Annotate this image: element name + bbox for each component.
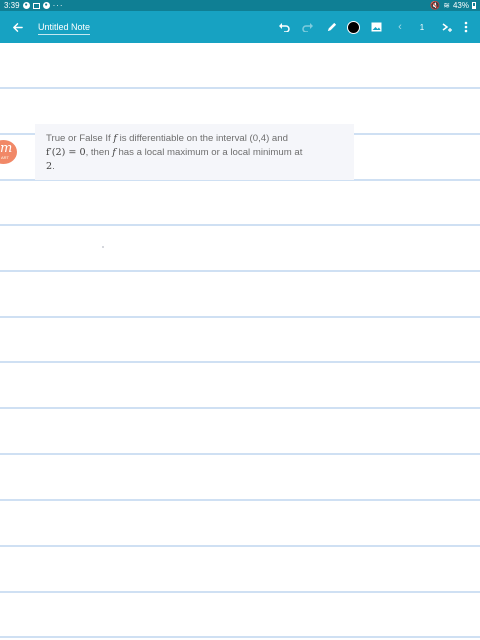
next-page-icon — [442, 23, 452, 32]
question-text-segment: True or False If — [46, 133, 114, 144]
notification-icon: ● — [22, 2, 30, 9]
undo-button[interactable] — [276, 11, 292, 43]
battery-icon — [472, 2, 476, 9]
ruled-line — [0, 636, 480, 638]
status-bar: 3:39 ● ● ··· 🔇 ≋ 43% — [0, 0, 480, 11]
ruled-line — [0, 545, 480, 547]
insert-image-button[interactable] — [368, 11, 384, 43]
question-text-segment: , then — [85, 147, 113, 158]
ruled-line — [0, 453, 480, 455]
wifi-icon: ≋ — [443, 1, 450, 10]
logo-subtext: ART — [1, 155, 9, 160]
undo-icon — [279, 23, 290, 32]
ruled-line — [0, 316, 480, 318]
arrow-left-icon — [12, 22, 23, 32]
app-toolbar: Untitled Note ‹ 1 — [0, 11, 480, 43]
next-page-button[interactable] — [440, 11, 454, 43]
question-text-segment: . — [52, 161, 55, 172]
ink-dot — [102, 246, 104, 248]
note-title-field[interactable]: Untitled Note — [38, 22, 91, 35]
ruled-line — [0, 270, 480, 272]
mute-icon: 🔇 — [430, 1, 441, 10]
gallery-notification-icon — [32, 2, 40, 9]
pen-icon — [327, 22, 336, 31]
back-button[interactable] — [8, 11, 26, 43]
pen-color-button[interactable] — [346, 11, 360, 43]
logo-letter: m — [0, 141, 13, 156]
question-text-segment: has a local maximum or a local minimum a… — [115, 147, 303, 158]
ruled-line — [0, 224, 480, 226]
pen-tool-button[interactable] — [323, 11, 339, 43]
ruled-line — [0, 499, 480, 501]
more-notifications-indicator: ··· — [52, 1, 64, 10]
math-expression: f′(2) = 0 — [46, 147, 86, 158]
ruled-line — [0, 407, 480, 409]
page-number: 1 — [419, 22, 425, 32]
question-text-segment: is differentiable on the interval (0,4) … — [116, 133, 288, 144]
ruled-line — [0, 87, 480, 89]
previous-page-button[interactable]: ‹ — [393, 11, 407, 43]
question-text: True or False If f is differentiable on … — [46, 132, 346, 174]
ruled-line — [0, 591, 480, 593]
color-swatch — [346, 20, 360, 34]
chevron-left-icon: ‹ — [398, 21, 402, 33]
question-card[interactable]: True or False If f is differentiable on … — [35, 124, 354, 180]
image-icon — [371, 22, 381, 32]
status-time: 3:39 — [4, 1, 20, 10]
redo-button[interactable] — [300, 11, 316, 43]
more-options-button[interactable] — [460, 11, 472, 43]
ruled-line — [0, 361, 480, 363]
app-notification-icon: ● — [42, 2, 50, 9]
battery-percent: 43% — [452, 1, 469, 10]
redo-icon — [302, 23, 313, 32]
more-vertical-icon — [464, 21, 468, 33]
